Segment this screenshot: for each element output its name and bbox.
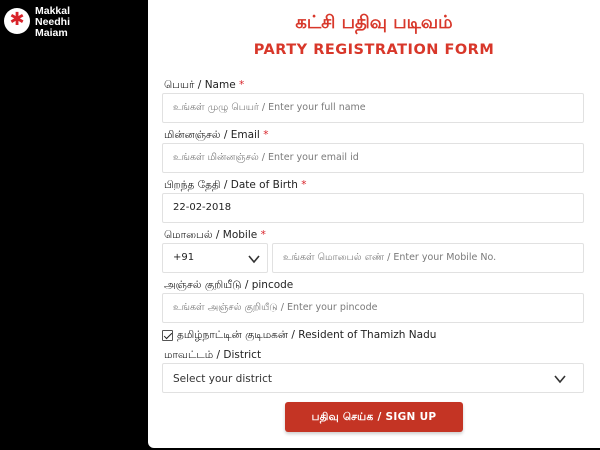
mobile-input[interactable]: உங்கள் மொபைல் எண் / Enter your Mobile No… xyxy=(272,243,584,273)
name-label: பெயர் / Name * xyxy=(164,79,245,91)
chevron-down-icon xyxy=(248,255,260,264)
registration-form-panel: கட்சி பதிவு படிவம் PARTY REGISTRATION FO… xyxy=(148,0,600,448)
makkal-needhi-maiam-emblem-icon: ✱ xyxy=(4,8,30,34)
form-title-english: PARTY REGISTRATION FORM xyxy=(253,42,495,58)
name-placeholder: உங்கள் முழு பெயர் / Enter your full name xyxy=(173,102,366,113)
dob-label: பிறந்த தேதி / Date of Birth * xyxy=(164,179,307,191)
mobile-placeholder: உங்கள் மொபைல் எண் / Enter your Mobile No… xyxy=(283,252,497,263)
email-label: மின்னஞ்சல் / Email * xyxy=(164,129,269,141)
resident-label: தமிழ்நாட்டின் குடிமகன் / Resident of Tha… xyxy=(177,329,437,341)
district-label: மாவட்டம் / District xyxy=(164,349,262,361)
resident-checkbox-row[interactable]: தமிழ்நாட்டின் குடிமகன் / Resident of Tha… xyxy=(162,329,436,342)
brand-line-3: Maiam xyxy=(35,27,68,39)
email-placeholder: உங்கள் மின்னஞ்சல் / Enter your email id xyxy=(173,152,359,163)
dob-input[interactable]: 22-02-2018 xyxy=(162,193,584,223)
country-code-select[interactable]: +91 xyxy=(162,243,268,273)
pincode-placeholder: உங்கள் அஞ்சல் குறியீடு / Enter your pinc… xyxy=(173,302,378,313)
brand-logo[interactable]: ✱ Makkal Needhi Maiam xyxy=(4,6,70,39)
sign-up-button[interactable]: பதிவு செய்க / SIGN UP xyxy=(285,402,463,432)
resident-checkbox[interactable] xyxy=(162,330,173,341)
form-title-tamil: கட்சி பதிவு படிவம் xyxy=(295,12,453,33)
pincode-label: அஞ்சல் குறியீடு / pincode xyxy=(164,279,294,291)
district-selected-value: Select your district xyxy=(173,373,272,385)
email-input[interactable]: உங்கள் மின்னஞ்சல் / Enter your email id xyxy=(162,143,584,173)
mobile-label: மொபைல் / Mobile * xyxy=(164,229,266,241)
district-select[interactable]: Select your district xyxy=(162,363,584,393)
country-code-value: +91 xyxy=(173,252,195,263)
pincode-input[interactable]: உங்கள் அஞ்சல் குறியீடு / Enter your pinc… xyxy=(162,293,584,323)
brand-name: Makkal Needhi Maiam xyxy=(35,6,70,39)
chevron-down-icon xyxy=(554,375,566,384)
name-input[interactable]: உங்கள் முழு பெயர் / Enter your full name xyxy=(162,93,584,123)
dob-value: 22-02-2018 xyxy=(173,202,232,213)
